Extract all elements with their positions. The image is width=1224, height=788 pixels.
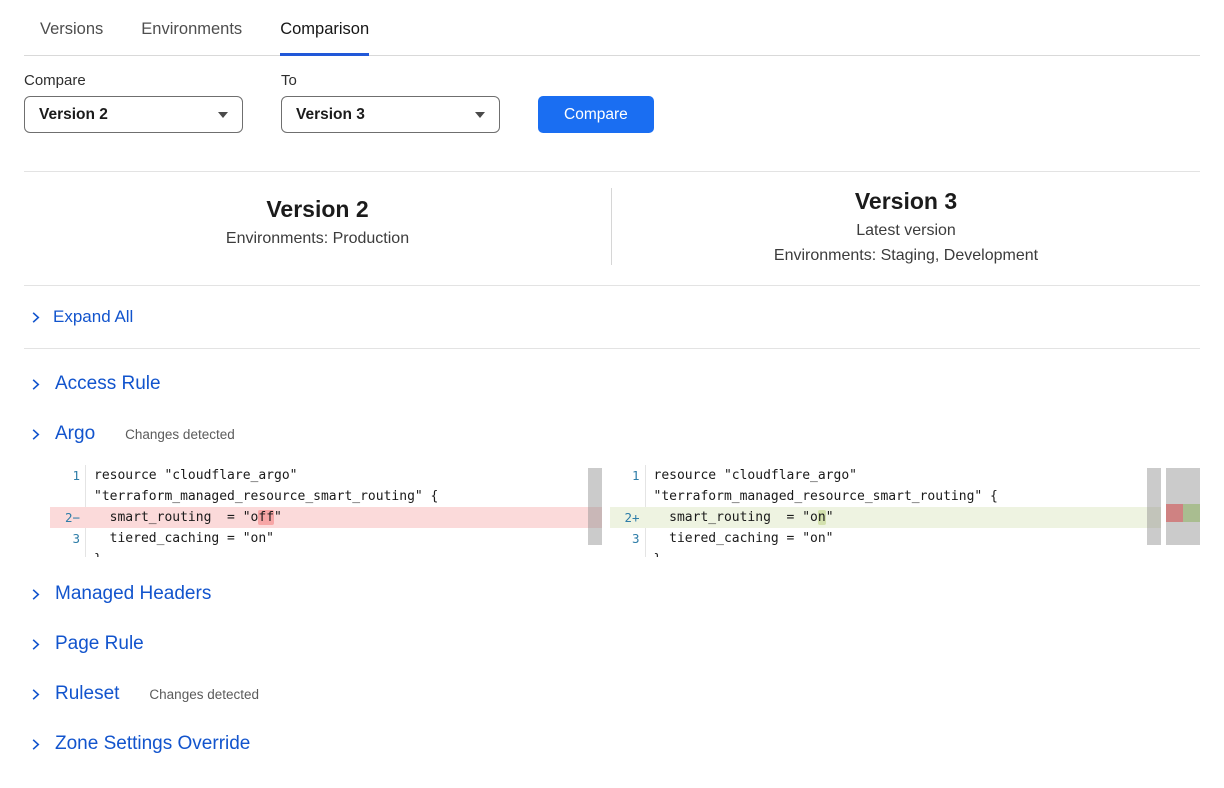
section-label: Ruleset: [55, 683, 119, 705]
changes-detected-badge: Changes detected: [125, 427, 235, 442]
code-text: smart_routing = "on": [646, 507, 1162, 528]
section-page-rule[interactable]: Page Rule: [24, 623, 1200, 665]
overview-added-marker: [1183, 504, 1200, 522]
compare-field: Compare Version 2: [24, 72, 243, 133]
chevron-down-icon: [475, 112, 485, 118]
diff-line: 3 tiered_caching = "on": [610, 528, 1162, 549]
scrollbar[interactable]: [588, 468, 602, 545]
code-text: }: [86, 549, 602, 557]
resource-sections: Access Rule Argo Changes detected 1 reso…: [24, 363, 1200, 765]
diff-line-removed: 2− smart_routing = "off": [50, 507, 602, 528]
line-number: 2+: [610, 507, 646, 528]
right-version-title: Version 3: [612, 188, 1200, 215]
section-ruleset[interactable]: Ruleset Changes detected: [24, 673, 1200, 715]
to-field: To Version 3: [281, 72, 500, 133]
chevron-right-icon: [28, 427, 43, 442]
overview-removed-marker: [1166, 504, 1183, 522]
line-number: [50, 549, 86, 557]
compare-label: Compare: [24, 72, 243, 89]
left-version-environments: Environments: Production: [24, 230, 611, 248]
section-managed-headers[interactable]: Managed Headers: [24, 573, 1200, 615]
removed-word-highlight: ff: [258, 510, 274, 525]
argo-diff-viewer: 1 resource "cloudflare_argo" "terraform_…: [50, 465, 1200, 557]
to-version-select[interactable]: Version 3: [281, 96, 500, 133]
code-text: resource "cloudflare_argo" "terraform_ma…: [646, 465, 1162, 507]
code-text: tiered_caching = "on": [646, 528, 1162, 549]
left-version-title: Version 2: [24, 196, 611, 223]
section-label: Access Rule: [55, 373, 161, 395]
section-label: Page Rule: [55, 633, 144, 655]
section-label: Argo: [55, 423, 95, 445]
right-version-subtitle: Latest version: [612, 222, 1200, 240]
line-number: 1: [610, 465, 646, 507]
compare-version-value: Version 2: [39, 106, 108, 124]
compare-form: Compare Version 2 To Version 3 Compare: [24, 72, 1200, 133]
line-number: 3: [610, 528, 646, 549]
compare-version-select[interactable]: Version 2: [24, 96, 243, 133]
code-text: resource "cloudflare_argo" "terraform_ma…: [86, 465, 602, 507]
diff-pane-original: 1 resource "cloudflare_argo" "terraform_…: [50, 465, 602, 557]
section-zone-settings-override[interactable]: Zone Settings Override: [24, 723, 1200, 765]
chevron-right-icon: [28, 737, 43, 752]
chevron-down-icon: [218, 112, 228, 118]
version-header-right: Version 3 Latest version Environments: S…: [612, 188, 1200, 265]
right-version-environments: Environments: Staging, Development: [612, 247, 1200, 265]
code-text: }: [646, 549, 1162, 557]
section-access-rule[interactable]: Access Rule: [24, 363, 1200, 405]
to-version-value: Version 3: [296, 106, 365, 124]
diff-line: }: [50, 549, 602, 557]
chevron-right-icon: [28, 310, 43, 325]
line-number: 1: [50, 465, 86, 507]
section-label: Zone Settings Override: [55, 733, 250, 755]
chevron-right-icon: [28, 687, 43, 702]
scrollbar[interactable]: [1147, 468, 1161, 545]
expand-all-label: Expand All: [53, 307, 133, 327]
diff-line: 1 resource "cloudflare_argo" "terraform_…: [610, 465, 1162, 507]
version-header-left: Version 2 Environments: Production: [24, 188, 612, 265]
diff-line: }: [610, 549, 1162, 557]
version-headers: Version 2 Environments: Production Versi…: [24, 171, 1200, 286]
added-word-highlight: n: [818, 510, 826, 525]
tab-bar: Versions Environments Comparison: [24, 0, 1200, 56]
chevron-right-icon: [28, 377, 43, 392]
code-text: smart_routing = "off": [86, 507, 602, 528]
expand-all-toggle[interactable]: Expand All: [24, 286, 1200, 349]
comparison-page: Versions Environments Comparison Compare…: [0, 0, 1224, 765]
tab-comparison[interactable]: Comparison: [280, 20, 369, 56]
section-argo[interactable]: Argo Changes detected: [24, 413, 1200, 455]
diff-line-added: 2+ smart_routing = "on": [610, 507, 1162, 528]
line-number: 2−: [50, 507, 86, 528]
diff-line: 3 tiered_caching = "on": [50, 528, 602, 549]
code-text: tiered_caching = "on": [86, 528, 602, 549]
compare-button[interactable]: Compare: [538, 96, 654, 133]
diff-line: 1 resource "cloudflare_argo" "terraform_…: [50, 465, 602, 507]
chevron-right-icon: [28, 637, 43, 652]
diff-overview-ruler[interactable]: [1166, 465, 1200, 557]
chevron-right-icon: [28, 587, 43, 602]
section-label: Managed Headers: [55, 583, 211, 605]
tab-environments[interactable]: Environments: [141, 20, 242, 55]
line-number: [610, 549, 646, 557]
line-number: 3: [50, 528, 86, 549]
to-label: To: [281, 72, 500, 89]
diff-pane-modified: 1 resource "cloudflare_argo" "terraform_…: [610, 465, 1162, 557]
changes-detected-badge: Changes detected: [149, 687, 259, 702]
tab-versions[interactable]: Versions: [40, 20, 103, 55]
